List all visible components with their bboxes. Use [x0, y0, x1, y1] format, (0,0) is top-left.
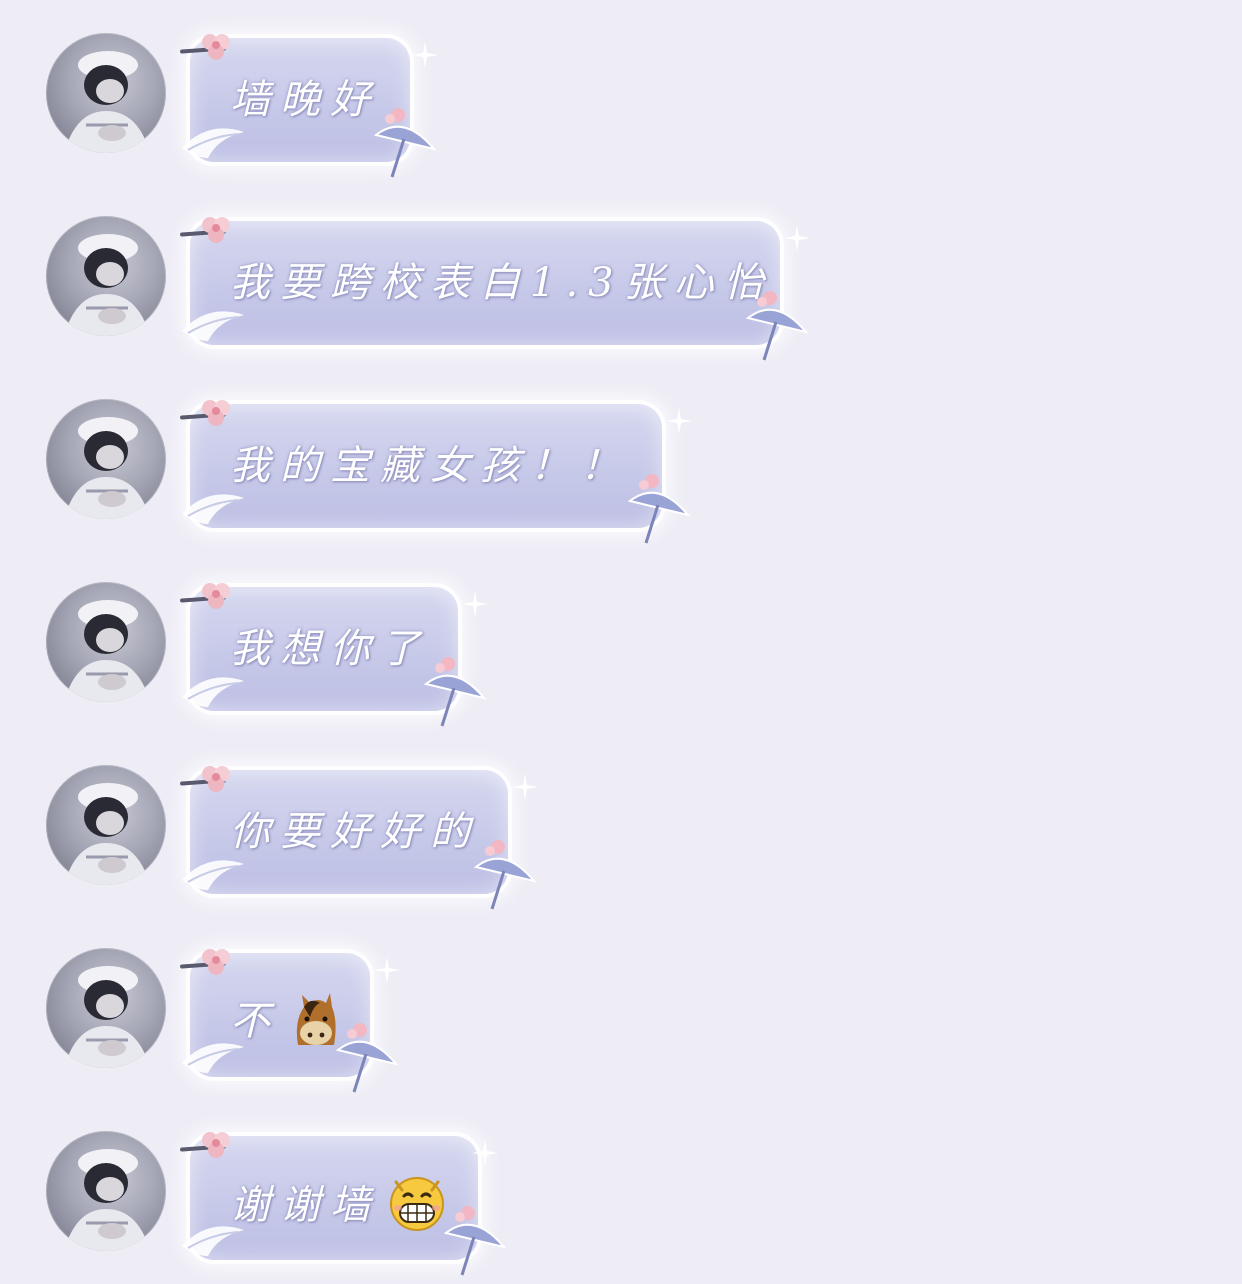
message-text: 你要好好的 — [230, 809, 480, 855]
chat-thread: 墙晚好 我要跨校表白1.3张心怡 我的宝藏女孩！！ 我想你了 你要好好的 不 谢… — [0, 0, 1242, 1284]
message-bubble[interactable]: 我要跨校表白1.3张心怡 — [190, 221, 780, 345]
avatar[interactable] — [46, 33, 166, 153]
message-row: 我的宝藏女孩！！ — [0, 366, 1242, 549]
avatar[interactable] — [46, 1131, 166, 1251]
avatar[interactable] — [46, 216, 166, 336]
avatar[interactable] — [46, 399, 166, 519]
feather-icon — [182, 311, 244, 341]
umbrella-icon — [473, 840, 537, 910]
avatar[interactable] — [46, 765, 166, 885]
message-text: 谢谢墙 — [230, 1174, 446, 1243]
flower-icon — [202, 583, 230, 609]
flower-icon — [202, 1132, 230, 1158]
grinning-face-icon — [388, 1174, 446, 1243]
message-row: 不 — [0, 915, 1242, 1098]
feather-icon — [182, 1043, 244, 1073]
sparkle-icon — [666, 408, 692, 434]
flower-icon — [202, 400, 230, 426]
feather-icon — [182, 677, 244, 707]
umbrella-icon — [373, 108, 437, 178]
message-row: 我想你了 — [0, 549, 1242, 732]
message-text: 墙晚好 — [230, 77, 380, 123]
feather-icon — [182, 860, 244, 890]
message-row: 谢谢墙 — [0, 1098, 1242, 1281]
sparkle-icon — [412, 42, 438, 68]
message-row: 你要好好的 — [0, 732, 1242, 915]
avatar[interactable] — [46, 948, 166, 1068]
umbrella-icon — [443, 1206, 507, 1276]
sparkle-icon — [462, 591, 488, 617]
umbrella-icon — [745, 291, 809, 361]
message-text: 我想你了 — [230, 626, 430, 672]
message-bubble[interactable]: 我的宝藏女孩！！ — [190, 404, 662, 528]
message-row: 墙晚好 — [0, 0, 1242, 183]
avatar[interactable] — [46, 582, 166, 702]
message-text: 我的宝藏女孩！！ — [230, 443, 630, 489]
umbrella-icon — [627, 474, 691, 544]
feather-icon — [182, 494, 244, 524]
flower-icon — [202, 34, 230, 60]
sparkle-icon — [784, 225, 810, 251]
sparkle-icon — [472, 1140, 498, 1166]
umbrella-icon — [335, 1023, 399, 1093]
flower-icon — [202, 217, 230, 243]
flower-icon — [202, 949, 230, 975]
feather-icon — [182, 1226, 244, 1256]
message-row: 我要跨校表白1.3张心怡 — [0, 183, 1242, 366]
sparkle-icon — [374, 957, 400, 983]
umbrella-icon — [423, 657, 487, 727]
feather-icon — [182, 128, 244, 158]
flower-icon — [202, 766, 230, 792]
sparkle-icon — [512, 774, 538, 800]
message-text: 我要跨校表白1.3张心怡 — [230, 260, 774, 306]
